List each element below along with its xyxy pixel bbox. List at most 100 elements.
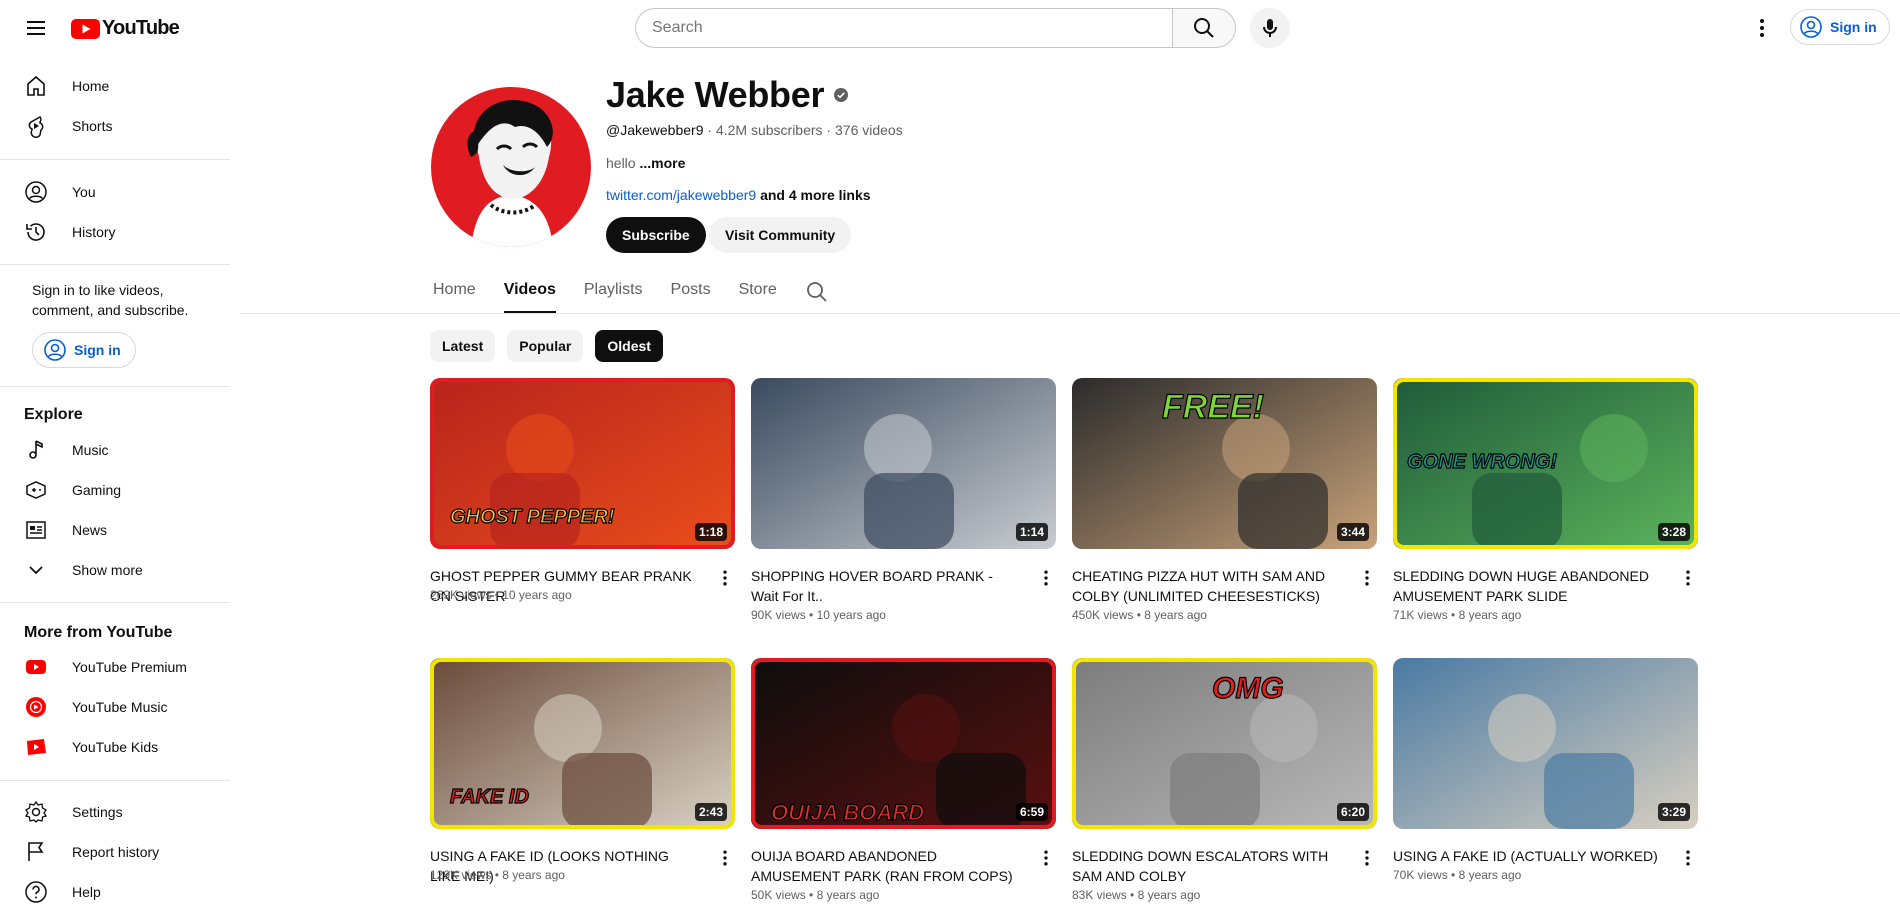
search-button[interactable] [1172,8,1236,48]
youtube-logo-icon [71,18,100,39]
video-views: 129K views [430,868,492,882]
shorts-icon [24,114,48,138]
sidebar-item-label: News [72,522,108,538]
chip-oldest[interactable]: Oldest [595,330,663,362]
youtube-music-icon [24,695,48,719]
menu-icon[interactable] [16,8,56,48]
search-input[interactable] [635,8,1172,48]
video-menu-button[interactable] [1355,566,1379,590]
video-card[interactable]: GONE WRONG! 3:28 SLEDDING DOWN HUGE ABAND… [1393,378,1698,622]
more-vert-icon [723,570,727,586]
video-menu-button[interactable] [1676,566,1700,590]
microphone-icon [1263,19,1277,37]
sidebar-item-youtube-music[interactable]: YouTube Music [12,687,217,727]
sidebar-item-report-history[interactable]: Report history [12,832,217,872]
sidebar-divider [0,386,230,387]
meta-separator: · [703,122,716,138]
video-menu-button[interactable] [1355,846,1379,870]
video-card[interactable]: OMG 6:20 SLEDDING DOWN ESCALATORS WITH SA… [1072,658,1377,902]
video-menu-button[interactable] [713,566,737,590]
video-card[interactable]: OUIJA BOARD 6:59 OUIJA BOARD ABANDONED AM… [751,658,1056,902]
video-card[interactable]: 1:14 SHOPPING HOVER BOARD PRANK - Wait Fo… [751,378,1056,622]
tab-playlists[interactable]: Playlists [584,275,643,313]
tab-home[interactable]: Home [433,275,476,313]
video-metadata: 90K views • 10 years ago [751,608,886,622]
video-thumbnail[interactable]: FAKE ID 2:43 [430,658,735,829]
video-metadata: 129K views • 8 years ago [430,868,565,882]
settings-menu-button[interactable] [1742,8,1782,48]
sidebar-item-youtube-kids[interactable]: YouTube Kids [12,727,217,767]
sidebar-item-youtube-premium[interactable]: YouTube Premium [12,647,217,687]
video-menu-button[interactable] [1034,846,1058,870]
sign-in-button[interactable]: Sign in [1790,9,1890,45]
video-count: 376 videos [835,122,903,138]
history-icon [24,220,48,244]
channel-avatar[interactable] [431,87,591,247]
sidebar-item-label: YouTube Premium [72,659,187,675]
sidebar-item-show-more[interactable]: Show more [12,550,217,590]
video-card[interactable]: GHOST PEPPER! 1:18 GHOST PEPPER GUMMY BEA… [430,378,735,604]
description-text: hello [606,155,636,171]
video-age: 8 years ago [502,868,565,882]
sidebar-item-music[interactable]: Music [12,430,217,470]
video-thumbnail[interactable]: 1:14 [751,378,1056,549]
video-title[interactable]: CHEATING PIZZA HUT WITH SAM AND COLBY (U… [1072,566,1344,606]
sidebar-item-history[interactable]: History [12,212,217,252]
video-thumbnail[interactable]: GHOST PEPPER! 1:18 [430,378,735,549]
tab-store[interactable]: Store [739,275,777,313]
video-thumbnail[interactable]: FREE! 3:44 [1072,378,1377,549]
voice-search-button[interactable] [1250,8,1290,48]
news-icon [24,518,48,542]
video-thumbnail[interactable]: OUIJA BOARD 6:59 [751,658,1056,829]
sidebar-item-help[interactable]: Help [12,872,217,912]
video-thumbnail[interactable]: 3:29 [1393,658,1698,829]
video-menu-button[interactable] [713,846,737,870]
description-more-link[interactable]: ...more [639,155,685,171]
video-menu-button[interactable] [1034,566,1058,590]
sidebar-item-label: YouTube Kids [72,739,159,755]
video-card[interactable]: 3:29 USING A FAKE ID (ACTUALLY WORKED) 70K… [1393,658,1698,882]
video-menu-button[interactable] [1676,846,1700,870]
video-age: 8 years ago [1458,868,1522,882]
twitter-link[interactable]: twitter.com/jakewebber9 [606,187,756,203]
thumbnail-overlay-text: GHOST PEPPER! [450,506,615,528]
channel-description: hello ...more [606,155,685,171]
sidebar-item-gaming[interactable]: Gaming [12,470,217,510]
sidebar-item-settings[interactable]: Settings [12,792,217,832]
tab-posts[interactable]: Posts [671,275,711,313]
thumbnail-overlay-text: OMG [1212,672,1284,705]
visit-community-button[interactable]: Visit Community [709,217,852,253]
video-age: 8 years ago [1458,608,1522,622]
channel-search-icon[interactable] [805,280,829,304]
sidebar-item-label: Settings [72,804,123,820]
video-thumbnail[interactable]: GONE WRONG! 3:28 [1393,378,1698,549]
sidebar-item-label: History [72,224,116,240]
video-card[interactable]: FAKE ID 2:43 USING A FAKE ID (LOOKS NOTHI… [430,658,735,884]
sidebar-item-shorts[interactable]: Shorts [12,106,217,146]
sidebar-item-news[interactable]: News [12,510,217,550]
flag-icon [24,840,48,864]
sidebar-divider [0,780,230,781]
video-thumbnail[interactable]: OMG 6:20 [1072,658,1377,829]
search-box [635,8,1236,48]
video-duration: 2:43 [694,803,727,821]
video-title[interactable]: USING A FAKE ID (ACTUALLY WORKED) [1393,846,1665,866]
video-title[interactable]: OUIJA BOARD ABANDONED AMUSEMENT PARK (RA… [751,846,1023,886]
chip-popular[interactable]: Popular [507,330,584,362]
chip-latest[interactable]: Latest [430,330,496,362]
more-links-button[interactable]: and 4 more links [760,187,870,203]
sidebar-item-home[interactable]: Home [12,66,217,106]
video-age: 10 years ago [502,588,572,602]
sidebar-sign-in-button[interactable]: Sign in [32,332,136,368]
subscribe-button[interactable]: Subscribe [606,217,706,253]
sidebar-item-label: You [72,184,96,200]
sidebar-item-you[interactable]: You [12,172,217,212]
video-title[interactable]: SLEDDING DOWN ESCALATORS WITH SAM AND CO… [1072,846,1344,886]
video-title[interactable]: SHOPPING HOVER BOARD PRANK - Wait For It… [751,566,1023,606]
sign-in-prompt: Sign in to like videos, comment, and sub… [32,282,189,318]
video-metadata: 50K views • 8 years ago [751,888,880,902]
video-card[interactable]: FREE! 3:44 CHEATING PIZZA HUT WITH SAM AN… [1072,378,1377,622]
youtube-logo[interactable]: YouTube [71,17,180,40]
tab-videos[interactable]: Videos [503,275,556,313]
video-title[interactable]: SLEDDING DOWN HUGE ABANDONED AMUSEMENT P… [1393,566,1665,606]
